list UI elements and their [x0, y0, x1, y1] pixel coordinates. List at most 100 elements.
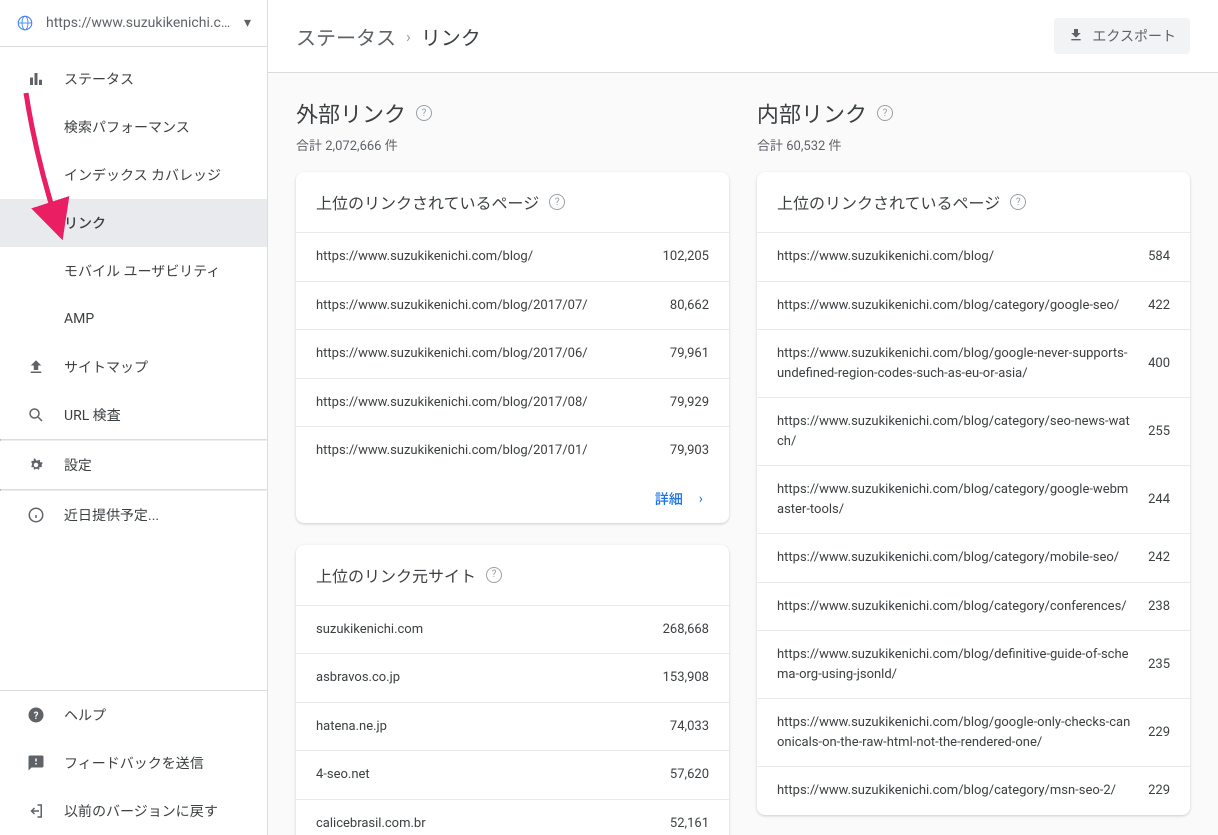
nav-coming-soon[interactable]: 近日提供予定...	[0, 491, 267, 539]
nav-label: サイトマップ	[64, 357, 148, 377]
section-title: 外部リンク	[296, 97, 406, 129]
row-value: 52,161	[670, 816, 709, 831]
row-value: 102,205	[663, 249, 709, 264]
table-row[interactable]: https://www.suzukikenichi.com/blog/defin…	[757, 631, 1190, 699]
nav-label: ステータス	[64, 69, 134, 89]
nav-settings[interactable]: 設定	[0, 441, 267, 489]
help-icon[interactable]: ?	[486, 567, 502, 583]
section-title: 内部リンク	[757, 97, 867, 129]
row-value: 74,033	[670, 719, 709, 734]
nav-help[interactable]: ? ヘルプ	[0, 691, 267, 739]
nav-label: 近日提供予定...	[64, 505, 159, 525]
main: ステータス › リンク エクスポート 外部リンク ? 合計 2,072,666 …	[268, 0, 1218, 835]
nav-label: 検索パフォーマンス	[64, 117, 190, 137]
row-url: https://www.suzukikenichi.com/blog/googl…	[777, 344, 1148, 383]
nav-sitemaps[interactable]: サイトマップ	[0, 343, 267, 391]
topbar: ステータス › リンク エクスポート	[268, 0, 1218, 73]
row-value: 244	[1148, 492, 1170, 507]
upload-icon	[24, 358, 48, 376]
nav-amp[interactable]: AMP	[0, 295, 267, 343]
table-row[interactable]: asbravos.co.jp153,908	[296, 654, 729, 703]
nav-links[interactable]: リンク	[0, 199, 267, 247]
table-row[interactable]: https://www.suzukikenichi.com/blog/categ…	[757, 282, 1190, 331]
row-value: 255	[1148, 424, 1170, 439]
nav-coverage[interactable]: インデックス カバレッジ	[0, 151, 267, 199]
top-linked-pages-card: 上位のリンクされているページ ? https://www.suzukikenic…	[296, 172, 729, 523]
help-icon[interactable]: ?	[1010, 194, 1026, 210]
nav: ステータス 検索パフォーマンス インデックス カバレッジ リンク モバイル ユー…	[0, 47, 267, 690]
chevron-right-icon: ›	[406, 27, 411, 46]
sidebar: https://www.suzukikenichi.c… ▾ ステータス 検索パ…	[0, 0, 268, 835]
row-value: 235	[1148, 657, 1170, 672]
chevron-right-icon: ›	[699, 491, 703, 507]
nav-inspect[interactable]: URL 検査	[0, 391, 267, 439]
nav-label: モバイル ユーザビリティ	[64, 261, 220, 281]
section-header: 外部リンク ?	[296, 97, 729, 129]
row-value: 80,662	[670, 298, 709, 313]
help-icon[interactable]: ?	[416, 105, 432, 121]
row-url: https://www.suzukikenichi.com/blog/categ…	[777, 548, 1148, 568]
nav-bottom: ? ヘルプ フィードバックを送信 以前のバージョンに戻す	[0, 690, 267, 835]
row-value: 153,908	[663, 670, 709, 685]
table-row[interactable]: suzukikenichi.com268,668	[296, 606, 729, 655]
export-button[interactable]: エクスポート	[1054, 18, 1190, 54]
top-linked-pages-card: 上位のリンクされているページ ? https://www.suzukikenic…	[757, 172, 1190, 815]
row-url: https://www.suzukikenichi.com/blog/categ…	[777, 412, 1148, 451]
table-row[interactable]: https://www.suzukikenichi.com/blog/categ…	[757, 398, 1190, 466]
row-value: 422	[1148, 298, 1170, 313]
row-value: 57,620	[670, 767, 709, 782]
help-icon[interactable]: ?	[549, 194, 565, 210]
gear-icon	[24, 456, 48, 474]
row-value: 229	[1148, 783, 1170, 798]
table-row[interactable]: hatena.ne.jp74,033	[296, 703, 729, 752]
row-value: 79,929	[670, 395, 709, 410]
table-row[interactable]: https://www.suzukikenichi.com/blog/categ…	[757, 583, 1190, 632]
help-icon[interactable]: ?	[877, 105, 893, 121]
content: 外部リンク ? 合計 2,072,666 件 上位のリンクされているページ ? …	[268, 73, 1218, 835]
row-url: https://www.suzukikenichi.com/blog/	[316, 247, 663, 267]
nav-label: フィードバックを送信	[64, 753, 204, 773]
nav-status[interactable]: ステータス	[0, 55, 267, 103]
nav-label: 以前のバージョンに戻す	[64, 801, 218, 821]
site-url: https://www.suzukikenichi.c…	[46, 15, 236, 31]
row-value: 79,961	[670, 346, 709, 361]
table-row[interactable]: https://www.suzukikenichi.com/blog/googl…	[757, 699, 1190, 767]
row-value: 242	[1148, 550, 1170, 565]
help-icon: ?	[24, 706, 48, 724]
nav-label: URL 検査	[64, 405, 121, 425]
breadcrumb-parent[interactable]: ステータス	[296, 22, 396, 51]
breadcrumb-current: リンク	[421, 22, 481, 51]
table-row[interactable]: https://www.suzukikenichi.com/blog/2017/…	[296, 330, 729, 379]
row-url: https://www.suzukikenichi.com/blog/categ…	[777, 781, 1148, 801]
table-row[interactable]: https://www.suzukikenichi.com/blog/categ…	[757, 767, 1190, 815]
internal-links-column: 内部リンク ? 合計 60,532 件 上位のリンクされているページ ? htt…	[757, 97, 1190, 835]
details-link[interactable]: 詳細	[655, 489, 683, 509]
card-footer: 詳細 ›	[296, 475, 729, 523]
svg-text:?: ?	[34, 711, 39, 722]
nav-feedback[interactable]: フィードバックを送信	[0, 739, 267, 787]
row-value: 238	[1148, 599, 1170, 614]
row-url: hatena.ne.jp	[316, 717, 670, 737]
nav-old-version[interactable]: 以前のバージョンに戻す	[0, 787, 267, 835]
table-row[interactable]: https://www.suzukikenichi.com/blog/2017/…	[296, 282, 729, 331]
table-row[interactable]: https://www.suzukikenichi.com/blog/googl…	[757, 330, 1190, 398]
nav-label: AMP	[64, 311, 94, 327]
table-row[interactable]: https://www.suzukikenichi.com/blog/2017/…	[296, 379, 729, 428]
table-row[interactable]: https://www.suzukikenichi.com/blog/2017/…	[296, 427, 729, 475]
nav-label: 設定	[64, 455, 92, 475]
top-linking-sites-card: 上位のリンク元サイト ? suzukikenichi.com268,668asb…	[296, 545, 729, 835]
nav-mobile[interactable]: モバイル ユーザビリティ	[0, 247, 267, 295]
table-row[interactable]: https://www.suzukikenichi.com/blog/102,2…	[296, 233, 729, 282]
table-row[interactable]: https://www.suzukikenichi.com/blog/categ…	[757, 466, 1190, 534]
search-icon	[24, 406, 48, 424]
table-row[interactable]: 4-seo.net57,620	[296, 751, 729, 800]
row-url: https://www.suzukikenichi.com/blog/2017/…	[316, 393, 670, 413]
table-row[interactable]: https://www.suzukikenichi.com/blog/categ…	[757, 534, 1190, 583]
nav-performance[interactable]: 検索パフォーマンス	[0, 103, 267, 151]
row-url: https://www.suzukikenichi.com/blog/2017/…	[316, 296, 670, 316]
table-row[interactable]: https://www.suzukikenichi.com/blog/584	[757, 233, 1190, 282]
site-selector[interactable]: https://www.suzukikenichi.c… ▾	[0, 0, 267, 47]
row-value: 79,903	[670, 443, 709, 458]
section-header: 内部リンク ?	[757, 97, 1190, 129]
table-row[interactable]: calicebrasil.com.br52,161	[296, 800, 729, 835]
